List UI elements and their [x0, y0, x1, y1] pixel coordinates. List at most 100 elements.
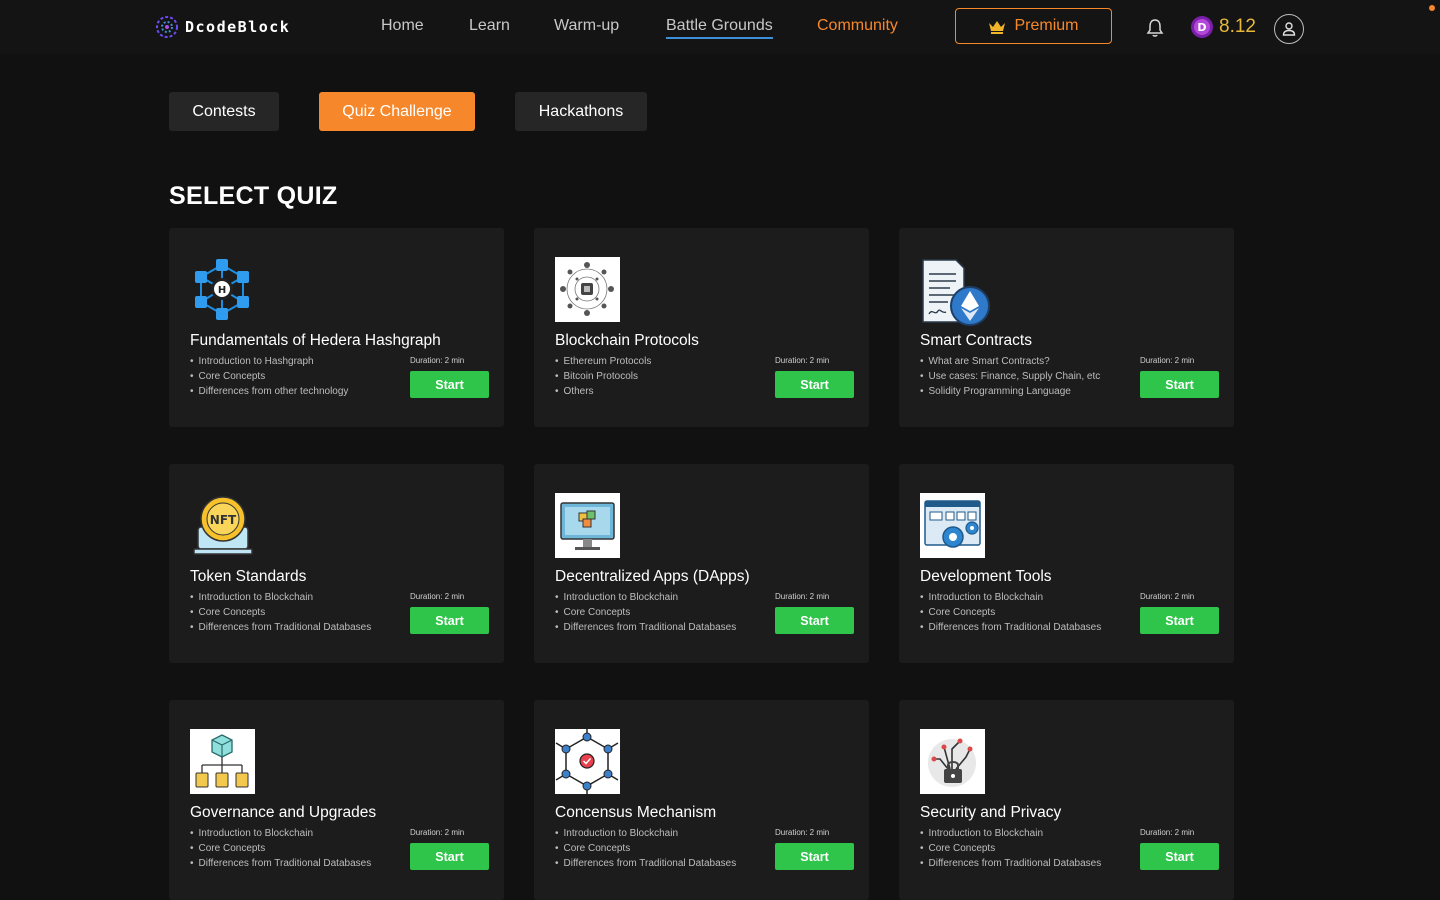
- quiz-topics: Introduction to Blockchain Core Concepts…: [920, 826, 1102, 871]
- start-button[interactable]: Start: [775, 607, 854, 634]
- topic-item: Differences from Traditional Databases: [555, 856, 737, 871]
- svg-text:NFT: NFT: [210, 513, 237, 527]
- topic-item: Core Concepts: [190, 605, 371, 620]
- topic-item: Ethereum Protocols: [555, 354, 652, 369]
- quiz-duration: Duration: 2 min: [1140, 828, 1195, 837]
- quiz-title: Blockchain Protocols: [555, 332, 699, 349]
- dev-tools-gear-icon: [920, 493, 985, 558]
- quiz-card: H Fundamentals of Hedera Hashgraph Intro…: [169, 228, 504, 427]
- quiz-topics: Introduction to Blockchain Core Concepts…: [555, 590, 737, 635]
- start-button[interactable]: Start: [1140, 371, 1219, 398]
- quiz-topics: Introduction to Blockchain Core Concepts…: [190, 826, 372, 871]
- topic-item: Solidity Programming Language: [920, 384, 1100, 399]
- start-button[interactable]: Start: [775, 843, 854, 870]
- topic-item: Differences from Traditional Databases: [190, 620, 372, 635]
- quiz-topics: Introduction to Blockchain Core Concepts…: [190, 590, 372, 635]
- quiz-topics: Ethereum Protocols Bitcoin Protocols Oth…: [555, 354, 652, 399]
- quiz-duration: Duration: 2 min: [410, 592, 465, 601]
- notification-dot: [1429, 5, 1435, 11]
- quiz-title: Decentralized Apps (DApps): [555, 568, 750, 585]
- tab-contests[interactable]: Contests: [169, 92, 279, 131]
- consensus-network-icon: [555, 729, 620, 794]
- nav-learn[interactable]: Learn: [469, 17, 510, 35]
- quiz-title: Security and Privacy: [920, 804, 1062, 821]
- premium-button[interactable]: Premium: [955, 8, 1112, 44]
- svg-text:D: D: [1197, 21, 1206, 34]
- start-button[interactable]: Start: [1140, 607, 1219, 634]
- topic-item: Core Concepts: [190, 369, 348, 384]
- quiz-topics: Introduction to Hashgraph Core Concepts …: [190, 354, 349, 399]
- bell-icon: [1146, 19, 1164, 37]
- nav-battle-grounds[interactable]: Battle Grounds: [666, 17, 773, 39]
- topic-item: Introduction to Blockchain: [555, 590, 736, 605]
- topic-item: What are Smart Contracts?: [920, 354, 1100, 369]
- topic-item: Use cases: Finance, Supply Chain, etc: [920, 369, 1101, 384]
- topic-item: Core Concepts: [555, 605, 736, 620]
- start-button[interactable]: Start: [775, 371, 854, 398]
- start-button[interactable]: Start: [410, 607, 489, 634]
- dapp-monitor-icon: [555, 493, 620, 558]
- quiz-duration: Duration: 2 min: [410, 356, 465, 365]
- quiz-card: Security and Privacy Introduction to Blo…: [899, 700, 1234, 900]
- topic-item: Differences from other technology: [190, 384, 349, 399]
- notifications-button[interactable]: [1145, 18, 1165, 43]
- nav-community[interactable]: Community: [817, 17, 898, 35]
- user-icon: [1282, 22, 1296, 36]
- premium-label: Premium: [1014, 17, 1079, 34]
- topic-item: Core Concepts: [555, 841, 736, 856]
- start-button[interactable]: Start: [1140, 843, 1219, 870]
- top-navbar: DcodeBlock Home Learn Warm-up Battle Gro…: [0, 0, 1440, 54]
- nav-home[interactable]: Home: [381, 17, 424, 35]
- coin-value: 8.12: [1219, 16, 1256, 37]
- tab-hackathons[interactable]: Hackathons: [515, 92, 647, 131]
- topic-item: Core Concepts: [190, 841, 371, 856]
- smart-contract-icon: [922, 259, 990, 326]
- topic-item: Core Concepts: [920, 841, 1101, 856]
- quiz-card: Concensus Mechanism Introduction to Bloc…: [534, 700, 869, 900]
- topic-item: Bitcoin Protocols: [555, 369, 651, 384]
- nav-warm-up[interactable]: Warm-up: [554, 17, 619, 35]
- profile-button[interactable]: [1274, 14, 1304, 44]
- quiz-duration: Duration: 2 min: [410, 828, 465, 837]
- quiz-topics: Introduction to Blockchain Core Concepts…: [555, 826, 737, 871]
- topic-item: Introduction to Blockchain: [555, 826, 736, 841]
- quiz-card: NFT Token Standards Introduction to Bloc…: [169, 464, 504, 663]
- coin-icon: D: [1191, 16, 1213, 38]
- logo-text: DcodeBlock: [185, 18, 291, 36]
- nft-token-icon: NFT: [193, 496, 253, 555]
- quiz-title: Fundamentals of Hedera Hashgraph: [190, 332, 441, 349]
- quiz-card: Decentralized Apps (DApps) Introduction …: [534, 464, 869, 663]
- governance-hierarchy-icon: [190, 729, 255, 794]
- svg-text:H: H: [218, 285, 226, 296]
- quiz-card: Blockchain Protocols Ethereum Protocols …: [534, 228, 869, 427]
- quiz-duration: Duration: 2 min: [775, 592, 830, 601]
- quiz-duration: Duration: 2 min: [1140, 592, 1195, 601]
- quiz-title: Token Standards: [190, 568, 307, 585]
- security-chip-icon: [920, 729, 985, 794]
- quiz-card: Smart Contracts What are Smart Contracts…: [899, 228, 1234, 427]
- tab-quiz-challenge[interactable]: Quiz Challenge: [319, 92, 475, 131]
- start-button[interactable]: Start: [410, 843, 489, 870]
- quiz-topics: Introduction to Blockchain Core Concepts…: [920, 590, 1102, 635]
- crown-icon: [989, 20, 1006, 34]
- topic-item: Differences from Traditional Databases: [920, 856, 1102, 871]
- topic-item: Core Concepts: [920, 605, 1101, 620]
- topic-item: Others: [555, 384, 651, 399]
- quiz-topics: What are Smart Contracts? Use cases: Fin…: [920, 354, 1101, 399]
- start-button[interactable]: Start: [410, 371, 489, 398]
- quiz-duration: Duration: 2 min: [1140, 356, 1195, 365]
- logo-icon: [156, 16, 178, 38]
- coin-balance[interactable]: D 8.12: [1190, 15, 1256, 39]
- topic-item: Introduction to Blockchain: [920, 590, 1101, 605]
- quiz-duration: Duration: 2 min: [775, 356, 830, 365]
- quiz-title: Smart Contracts: [920, 332, 1032, 349]
- quiz-title: Development Tools: [920, 568, 1052, 585]
- quiz-title: Concensus Mechanism: [555, 804, 717, 821]
- topic-item: Differences from Traditional Databases: [555, 620, 737, 635]
- section-title: SELECT QUIZ: [169, 182, 338, 210]
- quiz-card: Governance and Upgrades Introduction to …: [169, 700, 504, 900]
- topic-item: Introduction to Blockchain: [190, 826, 371, 841]
- quiz-duration: Duration: 2 min: [775, 828, 830, 837]
- quiz-card: Development Tools Introduction to Blockc…: [899, 464, 1234, 663]
- logo[interactable]: DcodeBlock: [155, 15, 290, 39]
